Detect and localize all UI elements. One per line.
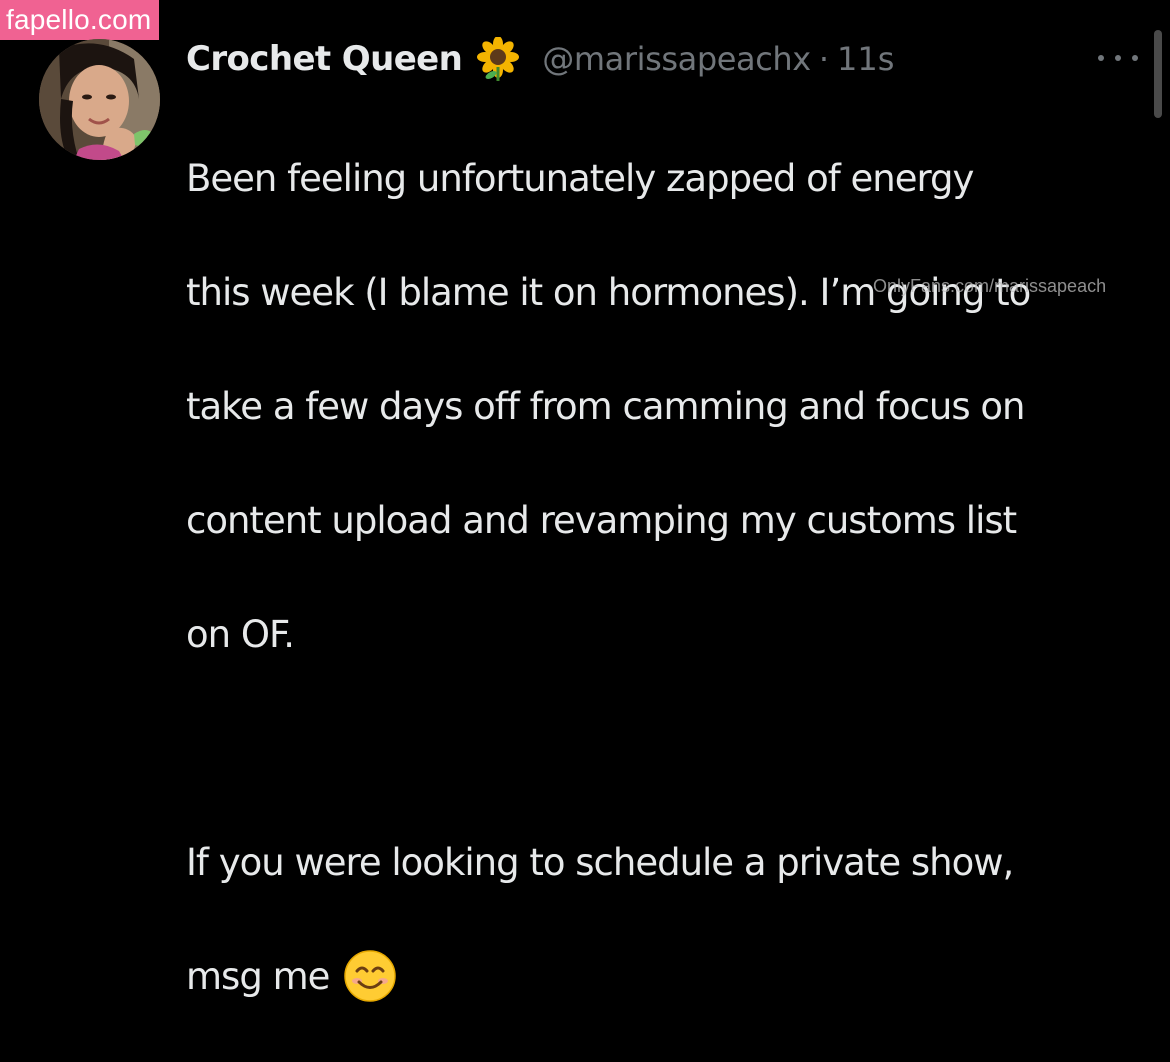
- scrollbar[interactable]: [1154, 30, 1162, 118]
- tweet-header: Crochet Queen @marissapeachx · 11s: [186, 34, 1130, 84]
- tweet-text: Been feeling unfortunately zapped of ene…: [186, 93, 1146, 1062]
- timestamp[interactable]: 11s: [837, 40, 894, 78]
- display-name[interactable]: Crochet Queen: [186, 39, 463, 79]
- tweet-line: Been feeling unfortunately zapped of ene…: [186, 157, 974, 200]
- sunflower-icon: [476, 36, 520, 81]
- avatar[interactable]: [39, 39, 160, 160]
- smiling-face-icon: [343, 949, 397, 1003]
- tweet-line: on OF.: [186, 613, 295, 656]
- more-options-icon[interactable]: [1098, 52, 1138, 64]
- site-watermark: fapello.com: [0, 0, 160, 40]
- tweet-line-last: msg me: [186, 948, 1146, 1005]
- tweet-line: take a few days off from camming and foc…: [186, 385, 1026, 428]
- user-handle[interactable]: @marissapeachx: [542, 40, 811, 78]
- tweet-line: If you were looking to schedule a privat…: [186, 841, 1014, 884]
- avatar-photo: [39, 39, 160, 160]
- tweet-line: content upload and revamping my customs …: [186, 499, 1017, 542]
- separator-dot: ·: [818, 40, 830, 78]
- overlay-watermark: OnlyFans.com/marissapeach: [873, 276, 1107, 296]
- tweet-line-text: msg me: [186, 955, 330, 998]
